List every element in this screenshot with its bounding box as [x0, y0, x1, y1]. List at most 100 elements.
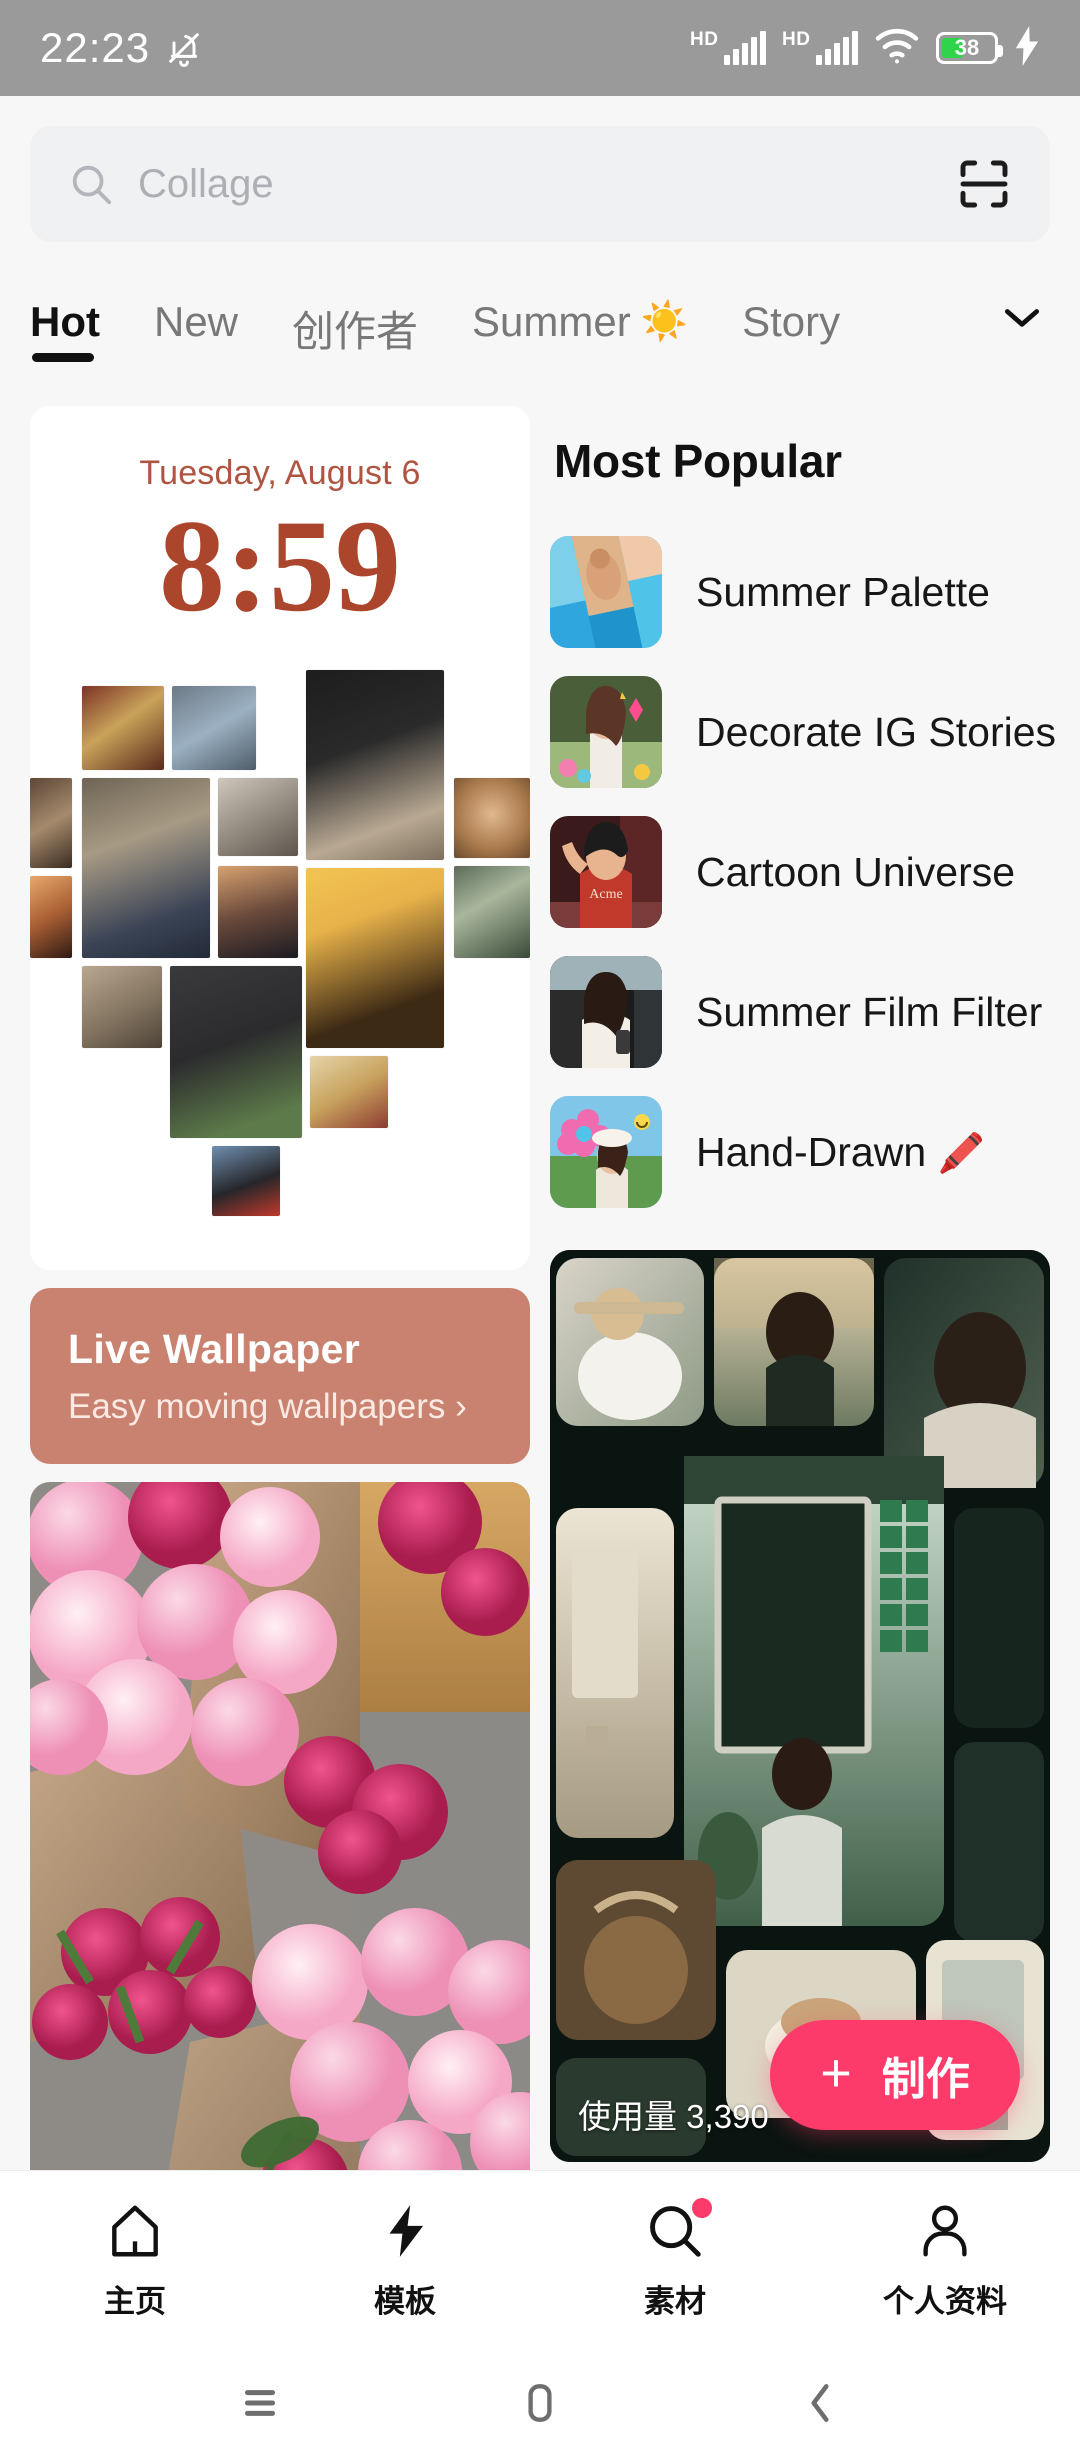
- plus-icon: +: [820, 2043, 852, 2103]
- tab-creators[interactable]: 创作者: [292, 276, 418, 359]
- collage-photo: [310, 1055, 388, 1128]
- hd-label-sim2: HD: [782, 29, 811, 50]
- feed-column-left: Tuesday, August 6 8:59 Live Wallpaper Ea…: [30, 406, 530, 2282]
- list-item-label: Decorate IG Stories: [696, 708, 1057, 755]
- charging-bolt-icon: [1014, 25, 1040, 71]
- category-tabs[interactable]: Hot New 创作者 Summer ☀️ Story: [0, 276, 1080, 406]
- nav-item-material-label: 素材: [644, 2284, 706, 2319]
- heart-photo-collage: [30, 658, 530, 1216]
- collage-photo: [218, 865, 298, 958]
- scan-frame-icon[interactable]: [956, 156, 1012, 212]
- hand-drawn-thumb: [550, 1096, 662, 1208]
- search-placeholder: Collage: [138, 161, 274, 206]
- lightning-icon: [374, 2200, 436, 2262]
- nav-item-material[interactable]: 素材: [540, 2198, 810, 2321]
- collage-photo: [172, 685, 256, 770]
- list-item-label: Cartoon Universe: [696, 848, 1016, 895]
- tab-new-label: New: [153, 298, 239, 345]
- collage-photo: [82, 685, 164, 770]
- search-icon: [644, 2198, 712, 2262]
- status-bar-clock: 22:23: [40, 24, 151, 71]
- nav-item-template[interactable]: 模板: [270, 2200, 540, 2321]
- home-icon: [104, 2200, 166, 2262]
- tab-story[interactable]: Story: [742, 276, 840, 346]
- collage-photo: [454, 777, 530, 858]
- most-popular-list: Summer Palette Decorate IG Stories Acme …: [550, 522, 1056, 1222]
- tab-active-underline: [32, 353, 94, 362]
- bell-muted-icon: [164, 28, 204, 68]
- nav-item-profile[interactable]: 个人资料: [810, 2200, 1080, 2321]
- nav-item-home[interactable]: 主页: [0, 2200, 270, 2321]
- list-item[interactable]: Summer Film Filter: [550, 942, 1050, 1082]
- summer-film-filter-thumb: [550, 956, 662, 1068]
- collage-photo: [218, 777, 298, 856]
- list-item-label-text: Hand-Drawn: [696, 1128, 927, 1175]
- home-square-icon[interactable]: [515, 2378, 565, 2433]
- collage-photo: [170, 965, 302, 1138]
- tab-hot[interactable]: Hot: [30, 276, 100, 362]
- list-item-label: Summer Palette: [696, 568, 990, 615]
- list-item-thumbnail: Acme: [550, 816, 662, 928]
- peony-bouquet-image: [30, 1482, 530, 2282]
- person-icon: [914, 2200, 976, 2262]
- summer-palette-thumb: [550, 536, 662, 648]
- status-bar: 22:23 HD HD 38: [0, 0, 1080, 96]
- collage-photo: [454, 865, 530, 958]
- list-item-label: Hand-Drawn 🖍️: [696, 1129, 985, 1176]
- decorate-ig-stories-thumb: [550, 676, 662, 788]
- create-button-label: 制作: [881, 2055, 970, 2104]
- usage-count: 使用量 3,390: [578, 2098, 769, 2135]
- tab-summer-label: Summer: [472, 298, 631, 345]
- search-section: Collage: [0, 96, 1080, 276]
- list-item-thumbnail: [550, 676, 662, 788]
- clock-time: 8:59: [159, 492, 401, 639]
- tab-creators-label: 创作者: [292, 308, 419, 355]
- feed-column-right: Most Popular Summer Palette Decorate IG …: [550, 406, 1056, 2208]
- bottom-navigation: 主页 模板 素材 个人资料: [0, 2170, 1080, 2350]
- collage-photo: [30, 875, 72, 958]
- tab-story-label: Story: [742, 298, 841, 345]
- most-popular-heading: Most Popular: [554, 435, 842, 487]
- collage-photo: [30, 777, 72, 868]
- chevron-right-icon: ›: [455, 1387, 467, 1426]
- crayon-icon: 🖍️: [937, 1132, 985, 1175]
- nav-item-template-label: 模板: [374, 2284, 436, 2319]
- battery-percent: 38: [954, 35, 980, 60]
- collage-photo: [82, 965, 162, 1048]
- back-chevron-icon[interactable]: [795, 2378, 845, 2433]
- create-button[interactable]: + 制作: [770, 2020, 1020, 2130]
- nav-item-profile-label: 个人资料: [883, 2284, 1007, 2319]
- collage-photo: [212, 1145, 280, 1216]
- list-item-thumbnail: [550, 1096, 662, 1208]
- nav-item-home-label: 主页: [104, 2284, 166, 2319]
- chevron-down-icon[interactable]: [1000, 276, 1044, 337]
- search-input[interactable]: Collage: [30, 126, 1050, 242]
- cartoon-universe-thumb: Acme: [550, 816, 662, 928]
- status-bar-indicators: HD HD 38: [690, 25, 1040, 71]
- feed-grid: Tuesday, August 6 8:59 Live Wallpaper Ea…: [0, 406, 1080, 2282]
- list-item-thumbnail: [550, 956, 662, 1068]
- recents-icon[interactable]: [235, 2378, 285, 2433]
- wifi-icon: [874, 28, 920, 69]
- signal-icon-sim2: HD: [782, 29, 858, 65]
- notification-badge-dot: [692, 2198, 712, 2218]
- live-wallpaper-subtitle: Easy moving wallpapers ›: [68, 1387, 492, 1427]
- battery-icon: 38: [936, 32, 1003, 64]
- tab-new[interactable]: New: [154, 276, 238, 346]
- list-item[interactable]: Acme Cartoon Universe: [550, 802, 1050, 942]
- list-item[interactable]: Hand-Drawn 🖍️: [550, 1082, 1050, 1222]
- live-wallpaper-banner[interactable]: Live Wallpaper Easy moving wallpapers ›: [30, 1288, 530, 1464]
- tab-hot-label: Hot: [30, 298, 100, 345]
- flower-photo-card[interactable]: [30, 1482, 530, 2282]
- hd-label-sim1: HD: [690, 29, 719, 50]
- live-wallpaper-title: Live Wallpaper: [68, 1326, 361, 1372]
- list-item-label: Summer Film Filter: [696, 988, 1043, 1035]
- clock-collage-card[interactable]: Tuesday, August 6 8:59: [30, 406, 530, 1270]
- search-icon: [68, 161, 114, 207]
- system-navigation-bar: [0, 2350, 1080, 2460]
- list-item[interactable]: Decorate IG Stories: [550, 662, 1056, 802]
- clock-date: Tuesday, August 6: [139, 454, 421, 492]
- tab-summer[interactable]: Summer ☀️: [472, 276, 688, 346]
- list-item[interactable]: Summer Palette: [550, 522, 1050, 662]
- sun-icon: ☀️: [640, 301, 689, 343]
